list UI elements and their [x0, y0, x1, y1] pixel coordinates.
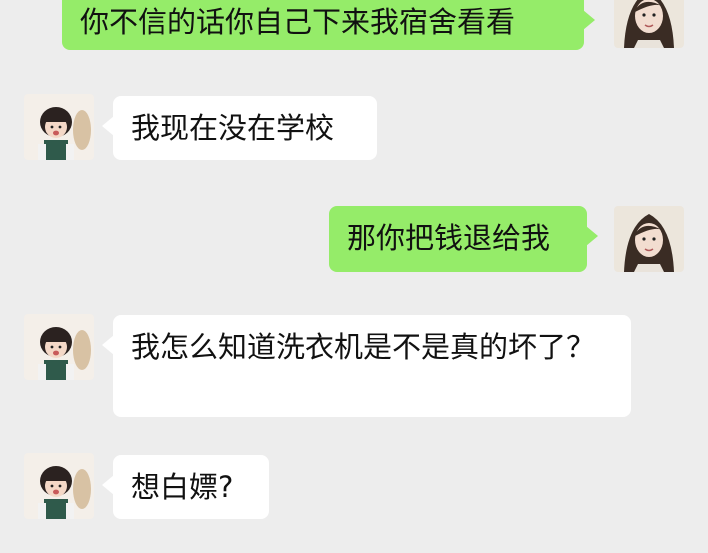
message-text: 想白嫖?	[131, 470, 234, 504]
girl-avatar-icon[interactable]	[24, 453, 94, 519]
message-bubble-outgoing[interactable]: 那你把钱退给我	[329, 206, 598, 272]
message-bubble-incoming[interactable]: 我怎么知道洗衣机是不是真的坏了？	[102, 315, 631, 417]
message-text: 我现在没在学校	[131, 111, 335, 145]
chat-view: 你不信的话你自己下来我宿舍看看 我现在没在学校 那你把钱退给我 我怎么知道洗衣机…	[0, 0, 708, 553]
message-text: 你不信的话你自己下来我宿舍看看	[80, 5, 516, 39]
message-bubble-incoming[interactable]: 想白嫖?	[102, 455, 269, 519]
woman-avatar-icon[interactable]	[614, 206, 684, 272]
woman-avatar-icon[interactable]	[614, 0, 684, 48]
message-text: 我怎么知道洗衣机是不是真的坏了？	[131, 330, 596, 364]
message-bubble-outgoing[interactable]: 你不信的话你自己下来我宿舍看看	[62, 0, 595, 50]
girl-avatar-icon[interactable]	[24, 314, 94, 380]
message-text: 那你把钱退给我	[347, 221, 551, 255]
girl-avatar-icon[interactable]	[24, 94, 94, 160]
message-bubble-incoming[interactable]: 我现在没在学校	[102, 96, 377, 160]
